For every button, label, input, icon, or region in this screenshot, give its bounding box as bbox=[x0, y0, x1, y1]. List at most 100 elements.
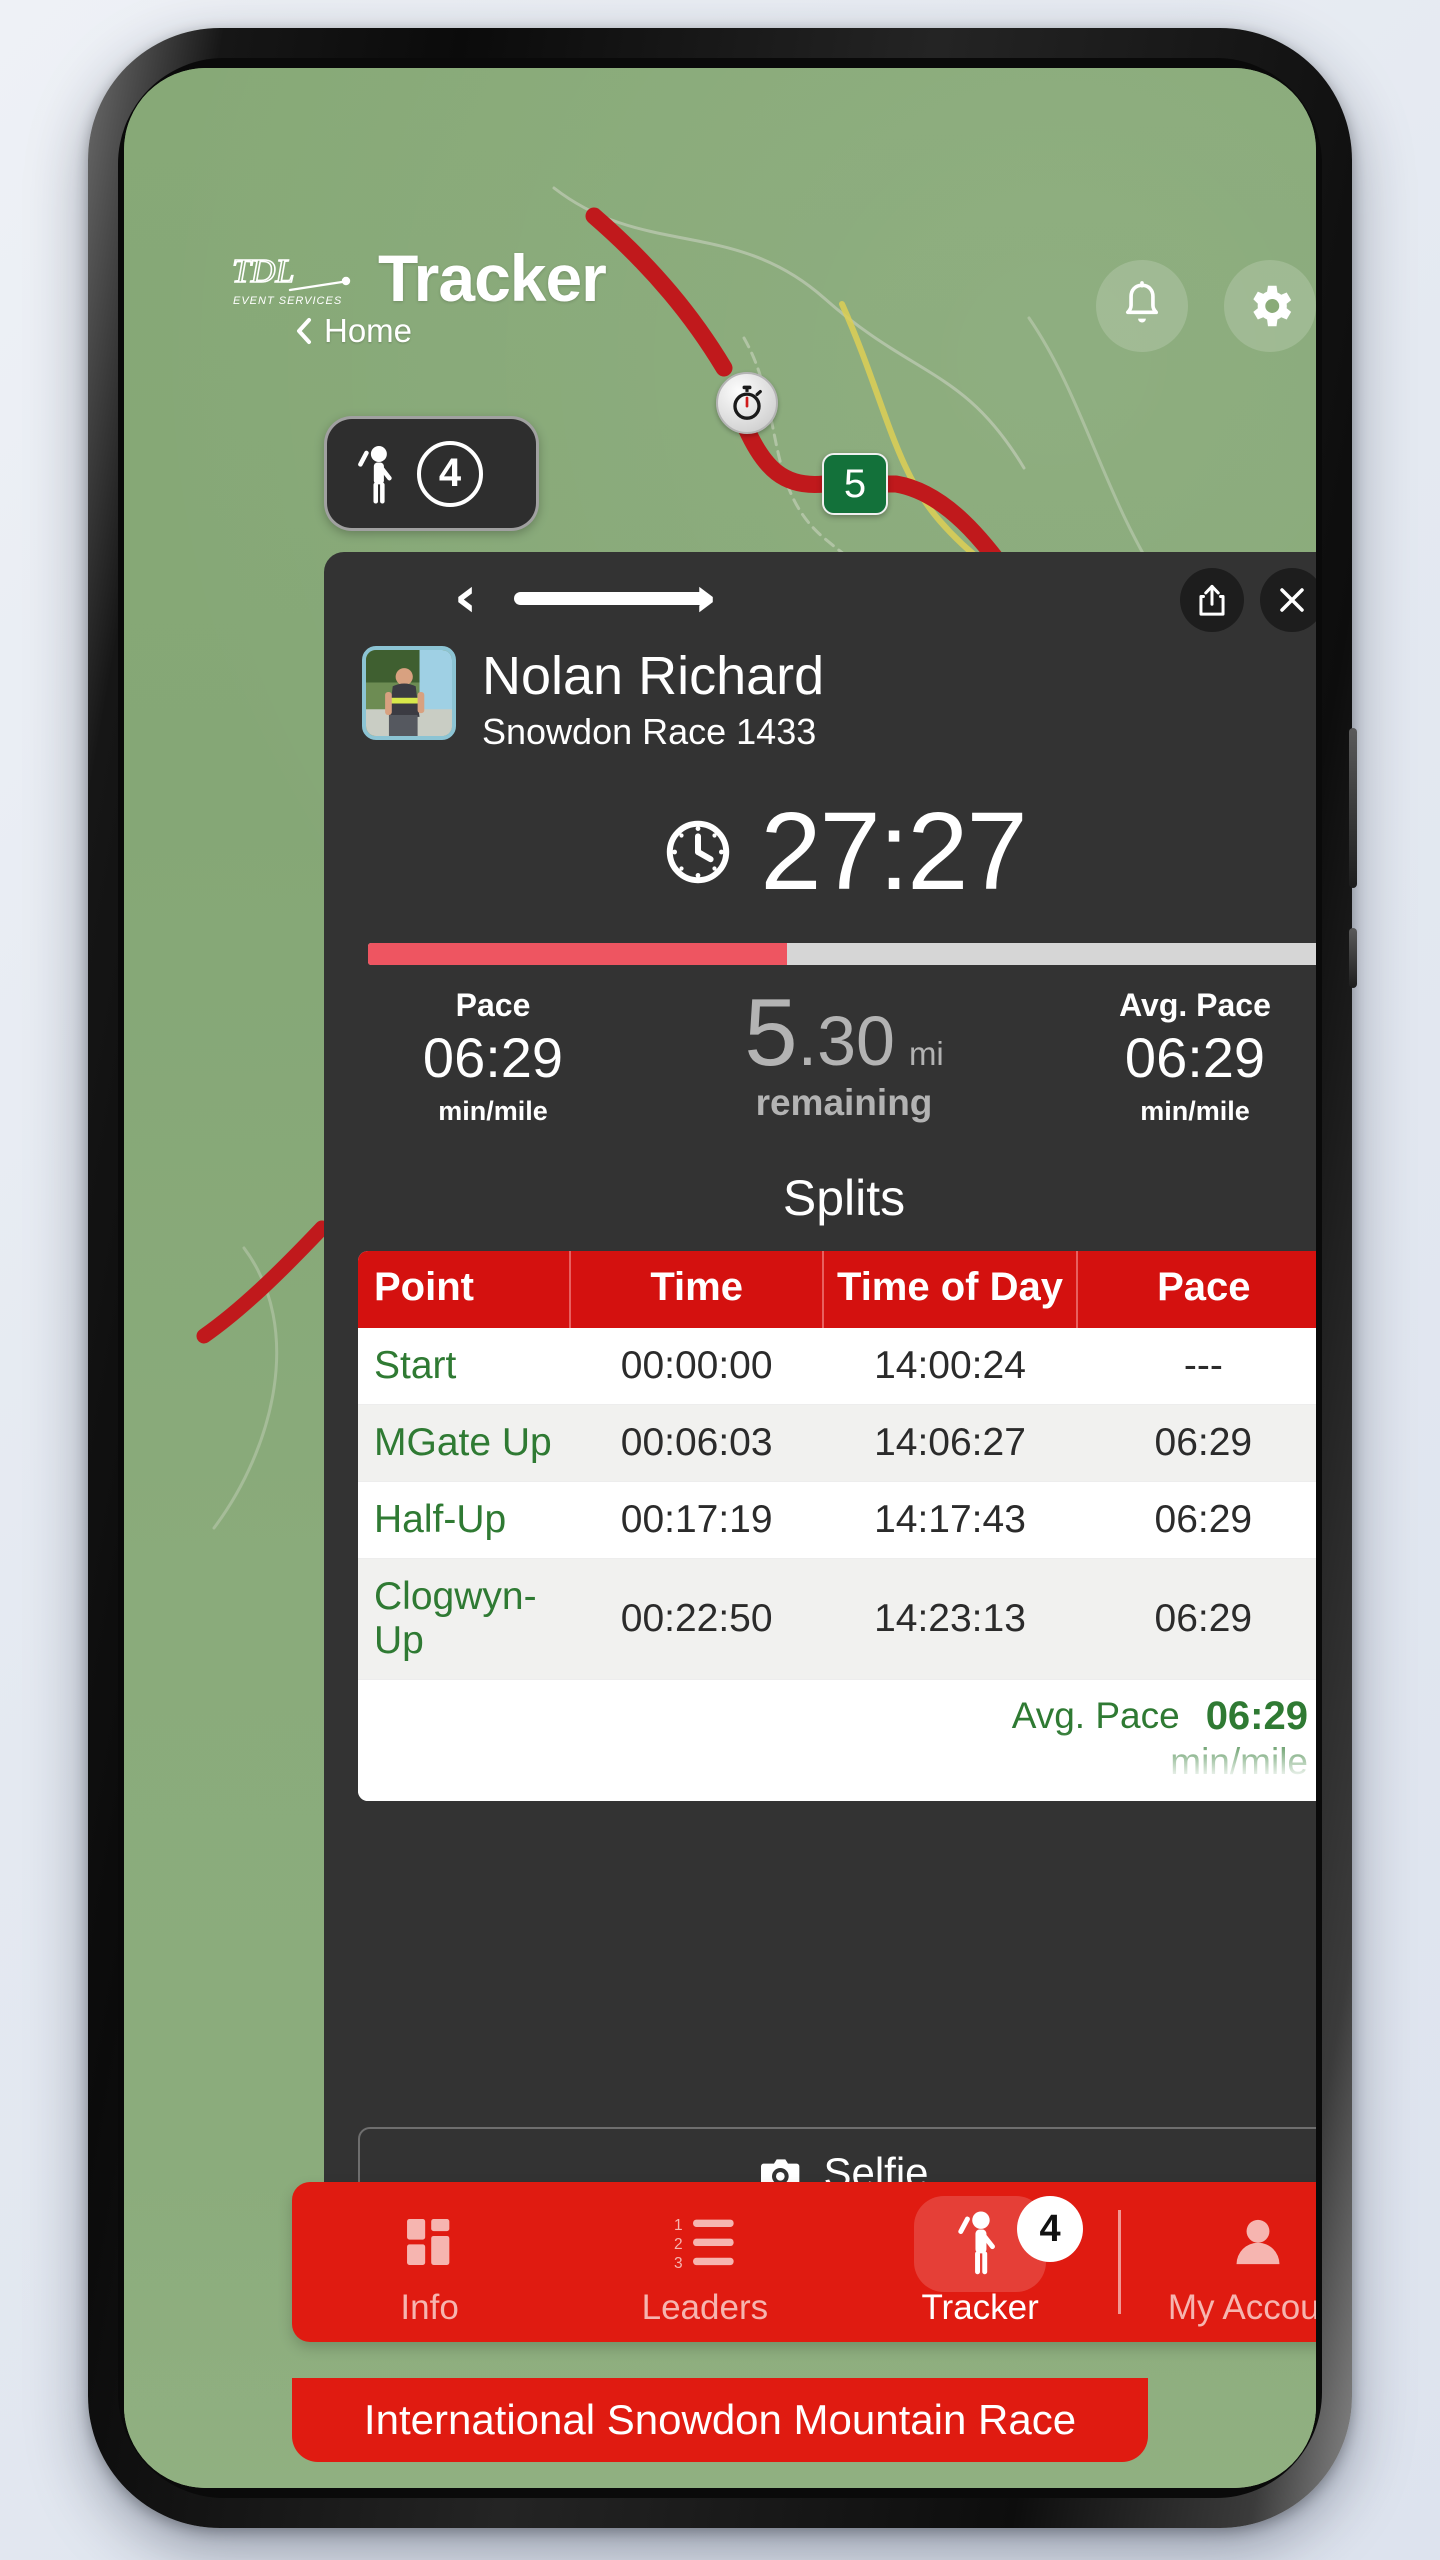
leaders-icon-wrap: 1 2 3 bbox=[674, 2202, 736, 2282]
clock-icon bbox=[667, 821, 730, 884]
svg-text:3: 3 bbox=[674, 2255, 683, 2271]
back-home-label: Home bbox=[324, 312, 413, 349]
card-drag-handle[interactable] bbox=[514, 592, 710, 605]
stats-row: Pace 06:29 min/mile 5 .30 mi remaining A… bbox=[324, 979, 1316, 1127]
waving-person-icon bbox=[958, 2211, 996, 2275]
cell-time: 00:06:03 bbox=[570, 1404, 824, 1483]
table-header-row: Point Time Time of Day Pace bbox=[358, 1251, 1316, 1329]
cell-point: Clogwyn-Up bbox=[358, 1558, 570, 1680]
card-actions bbox=[1180, 568, 1316, 632]
column-time: Time bbox=[570, 1251, 825, 1329]
numbered-list-icon: 1 2 3 bbox=[674, 2217, 734, 2271]
table-row[interactable]: Half-Up 00:17:19 14:17:43 06:29 bbox=[358, 1481, 1316, 1560]
progress-fill bbox=[368, 943, 787, 966]
stopwatch-glyph bbox=[733, 385, 762, 420]
cell-point: Half-Up bbox=[358, 1481, 570, 1560]
avg-pace-stat: Avg. Pace 06:29 min/mile bbox=[1070, 987, 1316, 1127]
bell-icon bbox=[1125, 281, 1159, 323]
cell-point: Start bbox=[358, 1328, 570, 1406]
mile-marker-5[interactable]: 5 bbox=[822, 453, 888, 515]
race-progress bbox=[368, 943, 1316, 966]
runner-detail-card: ‹ › Nolan Richard Snowdon Race 1433 27:2… bbox=[324, 552, 1316, 2249]
close-icon bbox=[1280, 588, 1304, 612]
splits-table-card: Point Time Time of Day Pace Start 00:00:0… bbox=[358, 1251, 1316, 1802]
cell-pace: 06:29 bbox=[1076, 1558, 1316, 1680]
splits-table-head: Point Time Time of Day Pace bbox=[358, 1251, 1316, 1329]
pace-unit: min/mile bbox=[438, 1096, 548, 1127]
nav-item-info[interactable]: Info bbox=[292, 2196, 567, 2328]
nav-item-tracker[interactable]: 4 Tracker bbox=[843, 2196, 1118, 2328]
waving-person-icon bbox=[358, 445, 392, 504]
distance-fraction: .30 bbox=[797, 1002, 895, 1081]
info-icon-wrap bbox=[401, 2202, 459, 2282]
distance-line: 5 .30 mi bbox=[618, 979, 1070, 1087]
cell-time-of-day: 14:06:27 bbox=[823, 1404, 1077, 1483]
nav-item-my-account[interactable]: My Account bbox=[1121, 2196, 1316, 2328]
avatar-photo bbox=[366, 650, 452, 736]
pace-stat: Pace 06:29 min/mile bbox=[368, 987, 618, 1127]
tracker-icon-wrap: 4 bbox=[914, 2196, 1084, 2292]
notifications-button[interactable] bbox=[1096, 260, 1188, 352]
table-row[interactable]: Start 00:00:00 14:00:24 --- bbox=[358, 1328, 1316, 1406]
next-runner-button[interactable]: › bbox=[694, 570, 717, 626]
chevron-left-icon bbox=[297, 318, 311, 344]
distance-status: remaining bbox=[755, 1082, 933, 1124]
runner-meta: Nolan Richard Snowdon Race 1433 bbox=[482, 646, 824, 753]
splits-table: Point Time Time of Day Pace Start 00:00:0… bbox=[358, 1251, 1316, 1680]
nav-label-my-account: My Account bbox=[1167, 2288, 1316, 2327]
avatar[interactable] bbox=[362, 646, 456, 740]
cell-pace: 06:29 bbox=[1076, 1481, 1316, 1560]
table-scroll-fade bbox=[358, 1731, 1316, 1802]
table-row[interactable]: Clogwyn-Up 00:22:50 14:23:13 06:29 bbox=[358, 1558, 1316, 1680]
splits-table-body: Start 00:00:00 14:00:24 --- MGate Up 00:06:03… bbox=[358, 1328, 1316, 1680]
column-pace: Pace bbox=[1076, 1251, 1316, 1329]
page-title: Tracker bbox=[378, 241, 607, 315]
runner-count: 4 bbox=[417, 440, 483, 507]
card-topbar: ‹ › bbox=[324, 552, 1316, 642]
cell-time: 00:17:19 bbox=[570, 1481, 824, 1560]
share-button[interactable] bbox=[1180, 568, 1244, 632]
volume-button[interactable] bbox=[1349, 728, 1357, 888]
cell-time-of-day: 14:23:13 bbox=[823, 1558, 1077, 1680]
elapsed-timer: 27:27 bbox=[324, 797, 1316, 907]
app-header: TDL EVENT SERVICES Tracker Home bbox=[124, 68, 1316, 368]
account-icon-wrap bbox=[1230, 2202, 1286, 2282]
distance-whole: 5 bbox=[744, 979, 798, 1087]
table-row[interactable]: MGate Up 00:06:03 14:06:27 06:29 bbox=[358, 1404, 1316, 1483]
gear-icon bbox=[1253, 285, 1292, 327]
column-time-of-day: Time of Day bbox=[823, 1251, 1078, 1329]
close-button[interactable] bbox=[1260, 568, 1316, 632]
power-button[interactable] bbox=[1349, 928, 1357, 988]
nav-item-leaders[interactable]: 1 2 3 Leaders bbox=[567, 2196, 842, 2328]
avg-pace-label: Avg. Pace bbox=[1119, 987, 1271, 1024]
runners-on-course-badge[interactable]: 4 bbox=[324, 416, 539, 531]
event-name-banner: International Snowdon Mountain Race bbox=[292, 2378, 1148, 2462]
svg-text:TDL: TDL bbox=[232, 253, 294, 290]
splits-footer: Avg. Pace 06:29 bbox=[358, 1680, 1316, 1739]
cell-time-of-day: 14:00:24 bbox=[823, 1328, 1077, 1406]
back-home-link[interactable]: Home bbox=[294, 312, 412, 350]
share-icon bbox=[1199, 584, 1225, 616]
cell-pace: --- bbox=[1076, 1328, 1316, 1406]
cell-point: MGate Up bbox=[358, 1404, 570, 1483]
splits-heading: Splits bbox=[782, 1170, 906, 1227]
stopwatch-icon[interactable] bbox=[716, 372, 778, 434]
svg-text:2: 2 bbox=[674, 2236, 683, 2253]
person-icon bbox=[1236, 2219, 1280, 2265]
elapsed-time-value: 27:27 bbox=[760, 790, 1027, 914]
settings-button[interactable] bbox=[1224, 260, 1316, 352]
runner-race: Snowdon Race 1433 bbox=[482, 711, 817, 753]
previous-runner-button[interactable]: ‹ bbox=[454, 570, 477, 626]
svg-text:EVENT SERVICES: EVENT SERVICES bbox=[233, 295, 342, 307]
cell-time-of-day: 14:17:43 bbox=[823, 1481, 1077, 1560]
cell-time: 00:22:50 bbox=[570, 1558, 824, 1680]
svg-text:1: 1 bbox=[674, 2217, 683, 2234]
nav-label-leaders: Leaders bbox=[641, 2288, 769, 2327]
tdl-logo: TDL EVENT SERVICES bbox=[231, 252, 351, 307]
column-point: Point bbox=[358, 1251, 571, 1329]
grid-info-icon bbox=[406, 2219, 449, 2265]
runner-identity-row[interactable]: Nolan Richard Snowdon Race 1433 bbox=[324, 642, 1316, 753]
tracker-badge-count: 4 bbox=[1017, 2196, 1084, 2262]
progress-track bbox=[368, 943, 1316, 966]
pace-value: 06:29 bbox=[422, 1026, 564, 1090]
